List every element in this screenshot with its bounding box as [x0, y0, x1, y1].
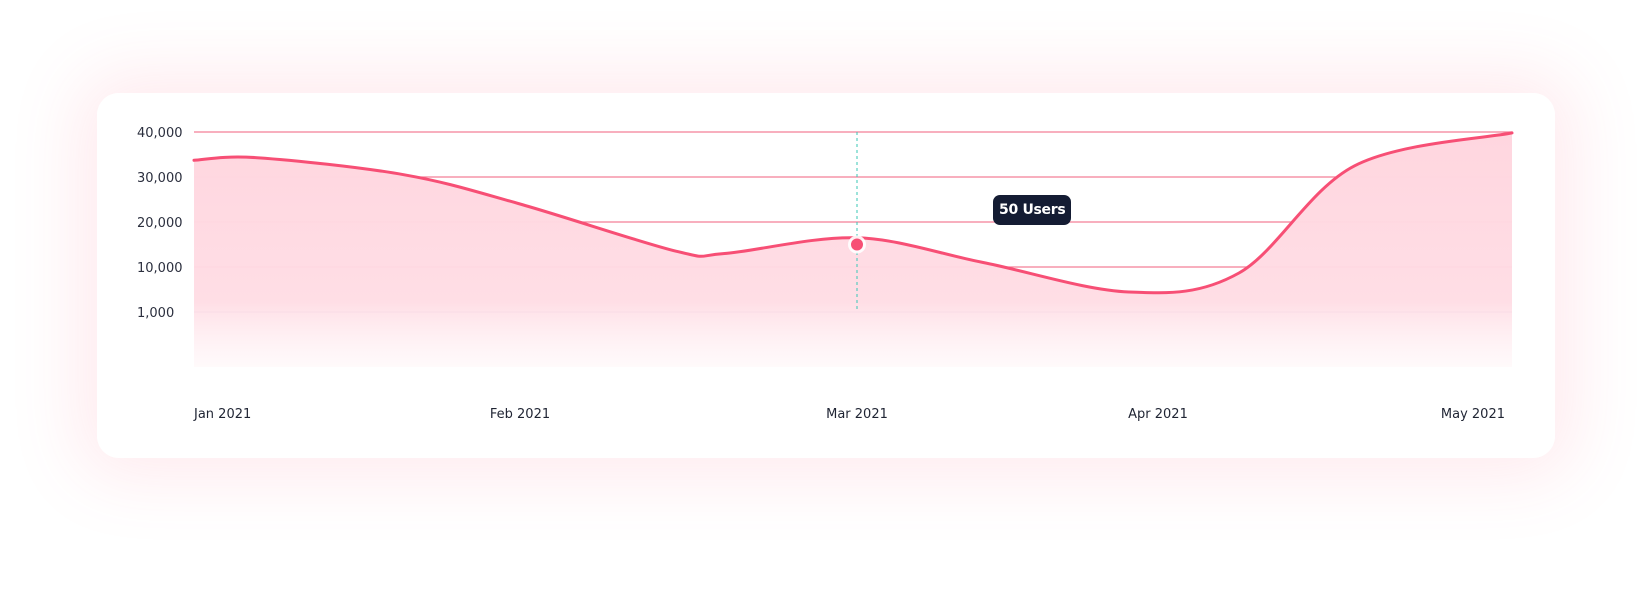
y-tick-label: 1,000: [137, 306, 174, 321]
y-tick-label: 20,000: [137, 216, 183, 231]
area-chart: 40,000 30,000 20,000 10,000 1,000 Jan 2021 Fe…: [137, 126, 1514, 422]
y-tick-label: 30,000: [137, 171, 183, 186]
x-tick-label: Jan 2021: [193, 407, 251, 422]
x-tick-label: Mar 2021: [826, 407, 888, 422]
tooltip: 50 Users: [993, 195, 1072, 225]
x-tick-label: Feb 2021: [490, 407, 550, 422]
x-axis: Jan 2021 Feb 2021 Mar 2021 Apr 2021 May 2021: [193, 407, 1505, 422]
highlight-point[interactable]: [851, 238, 863, 251]
x-tick-label: Apr 2021: [1128, 407, 1188, 422]
x-tick-label: May 2021: [1441, 407, 1505, 422]
highlight-point-layer: [848, 235, 866, 254]
y-tick-label: 40,000: [137, 126, 183, 141]
y-axis: 40,000 30,000 20,000 10,000 1,000: [137, 126, 183, 321]
y-tick-label: 10,000: [137, 261, 183, 276]
